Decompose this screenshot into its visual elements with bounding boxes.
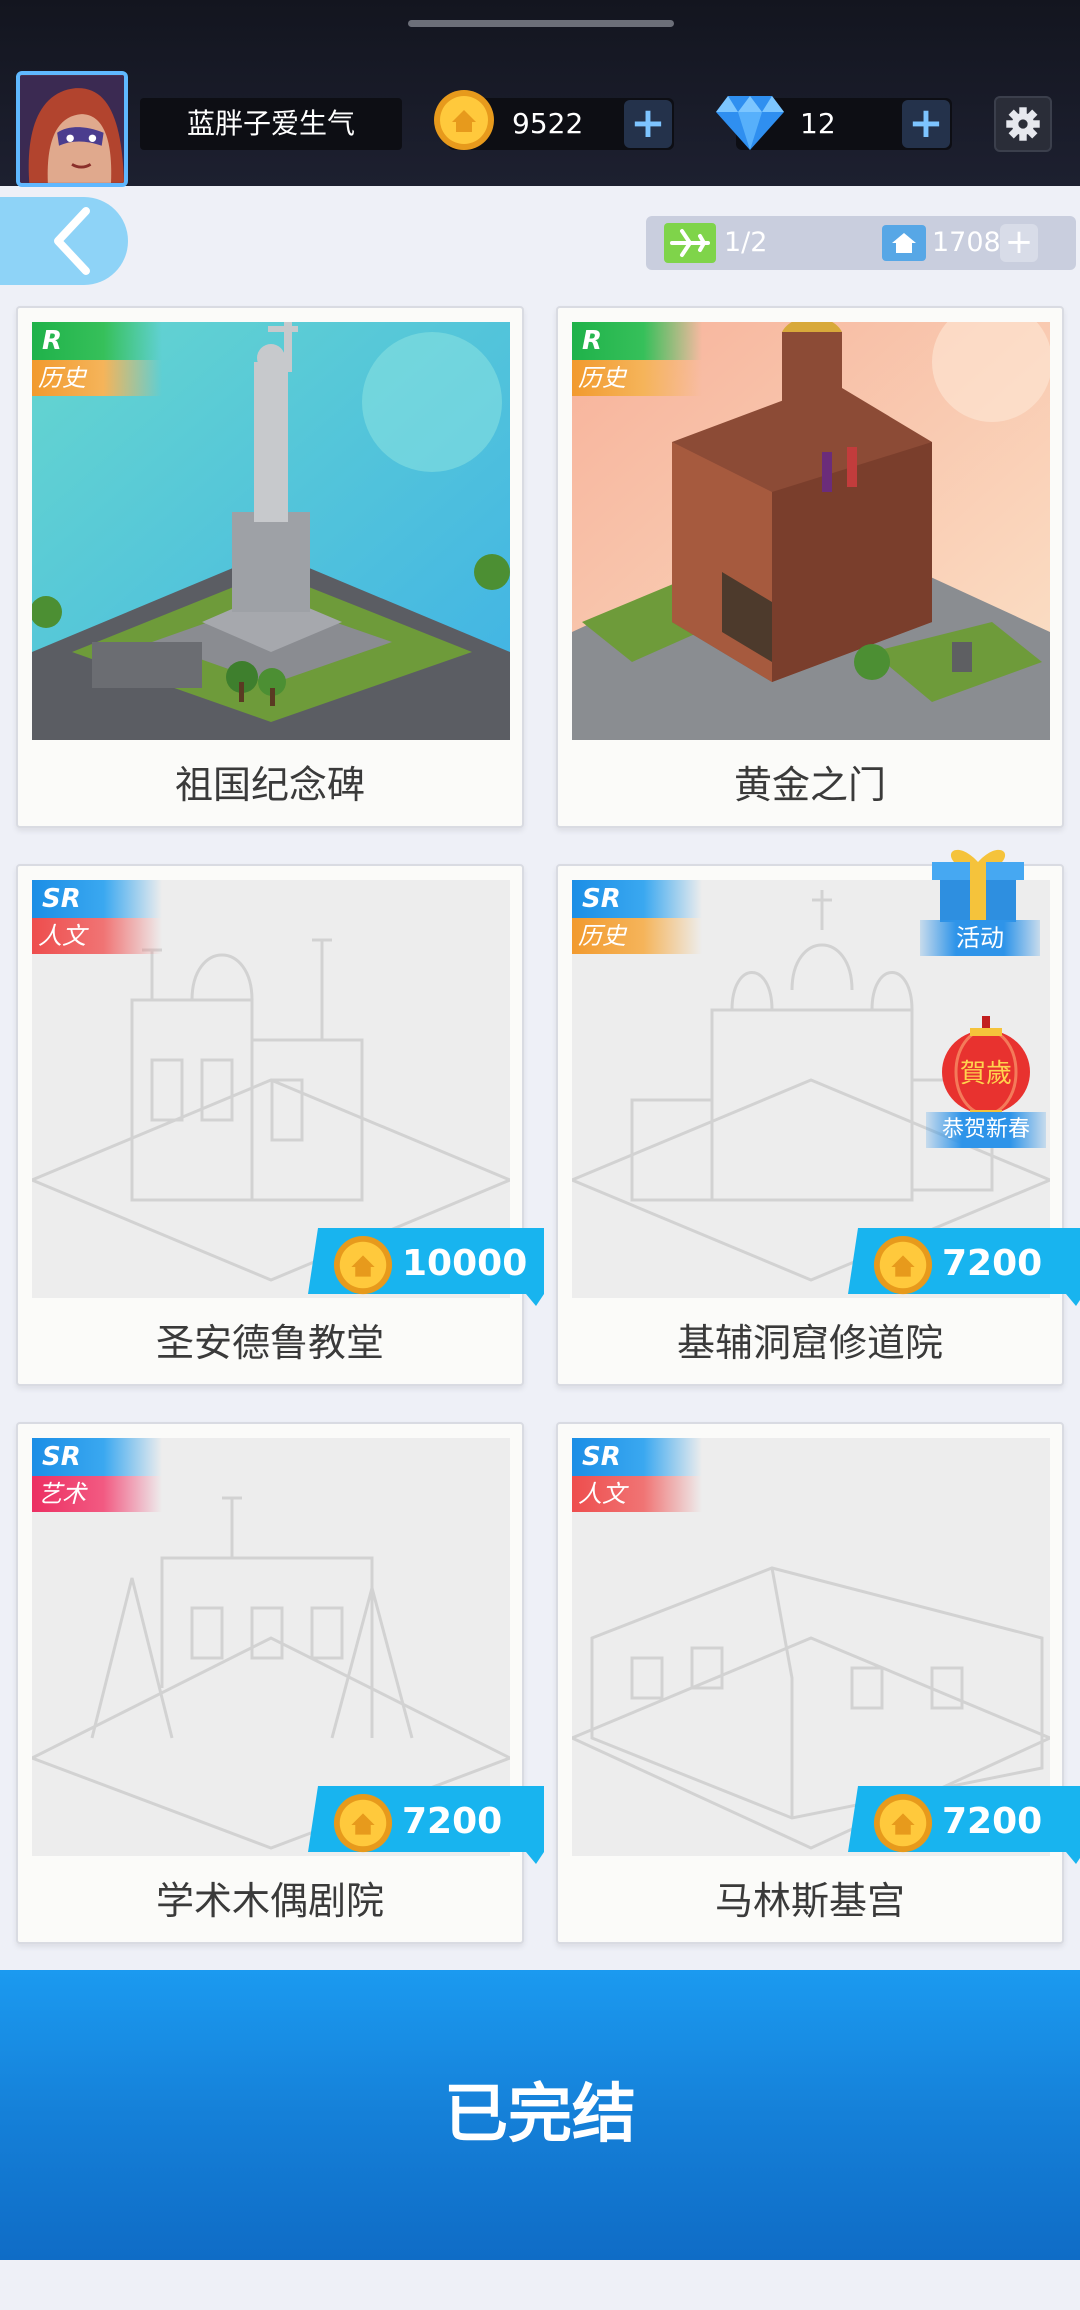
price-value: 10000 xyxy=(402,1243,528,1284)
house-icon xyxy=(882,225,926,261)
lantern-text: 賀歲 xyxy=(960,1059,1012,1089)
price-value: 7200 xyxy=(942,1801,1043,1842)
building-name: 圣安德鲁教堂 xyxy=(155,1321,384,1365)
price-tag[interactable]: 7200 xyxy=(308,1786,544,1864)
category-badge: 历史 xyxy=(32,360,162,396)
rarity-badge: SR xyxy=(572,880,702,918)
top-bar: 蓝胖子爱生气 9522 + 12 + xyxy=(0,0,1080,187)
building-name: 基辅洞窟修道院 xyxy=(676,1321,943,1365)
new-year-badge[interactable]: 賀歲 恭贺新春 xyxy=(926,1016,1046,1148)
rarity-badge: SR xyxy=(32,1438,162,1476)
price-tag[interactable]: 7200 xyxy=(848,1228,1080,1306)
building-card[interactable]: R 历史 黄金之门 xyxy=(556,306,1064,828)
back-arrow-icon xyxy=(54,207,90,275)
event-badge[interactable]: 活动 xyxy=(920,836,1040,958)
coin-icon xyxy=(332,1792,394,1854)
category-badge: 历史 xyxy=(572,918,702,954)
completed-button[interactable]: 已完结 xyxy=(0,1970,1080,2260)
rarity-badge: SR xyxy=(32,880,162,918)
diamond-icon xyxy=(714,92,786,152)
back-button[interactable] xyxy=(0,197,128,285)
add-coins-button[interactable]: + xyxy=(624,100,672,148)
coin-icon xyxy=(332,1234,394,1296)
rarity-badge: R xyxy=(572,322,702,360)
price-tag[interactable]: 10000 xyxy=(308,1228,544,1306)
player-avatar[interactable] xyxy=(16,71,128,187)
rarity-badge: R xyxy=(32,322,162,360)
building-card[interactable]: R 历史 祖国纪念碑 xyxy=(16,306,524,828)
settings-button[interactable] xyxy=(994,96,1052,152)
building-card[interactable]: SR 艺术 7200 学术木偶剧院 xyxy=(16,1422,544,1944)
category-badge: 人文 xyxy=(32,918,162,954)
rarity-badge: SR xyxy=(572,1438,702,1476)
new-year-label: 恭贺新春 xyxy=(926,1112,1046,1148)
building-name: 祖国纪念碑 xyxy=(174,763,365,807)
drag-handle[interactable] xyxy=(408,20,674,27)
coin-icon xyxy=(432,88,496,152)
building-card[interactable]: SR 人文 10000 圣安德鲁教堂 xyxy=(16,864,544,1386)
gear-icon xyxy=(1006,107,1040,141)
gem-value: 12 xyxy=(800,107,836,140)
building-card[interactable]: SR 人文 7200 马林斯基宫 xyxy=(556,1422,1080,1944)
coin-icon xyxy=(872,1234,934,1296)
category-badge: 艺术 xyxy=(32,1476,162,1512)
price-tag[interactable]: 7200 xyxy=(848,1786,1080,1864)
add-gems-button[interactable]: + xyxy=(902,100,950,148)
add-houses-button[interactable]: + xyxy=(1000,224,1038,262)
event-label: 活动 xyxy=(920,920,1040,956)
hero-avatar-icon xyxy=(20,75,124,183)
airplane-icon xyxy=(664,223,716,263)
category-badge: 人文 xyxy=(572,1476,702,1512)
coin-value: 9522 xyxy=(512,107,584,140)
building-name: 学术木偶剧院 xyxy=(155,1879,384,1923)
coin-icon xyxy=(872,1792,934,1854)
category-badge: 历史 xyxy=(572,360,702,396)
houses-count: 1708 xyxy=(932,227,1001,258)
price-value: 7200 xyxy=(402,1801,503,1842)
price-value: 7200 xyxy=(942,1243,1043,1284)
stats-bar: 1/2 1708 + xyxy=(646,216,1076,270)
player-name: 蓝胖子爱生气 xyxy=(140,98,402,150)
flights-count: 1/2 xyxy=(724,227,768,258)
building-name: 黄金之门 xyxy=(733,763,886,807)
building-name: 马林斯基宫 xyxy=(714,1879,905,1923)
